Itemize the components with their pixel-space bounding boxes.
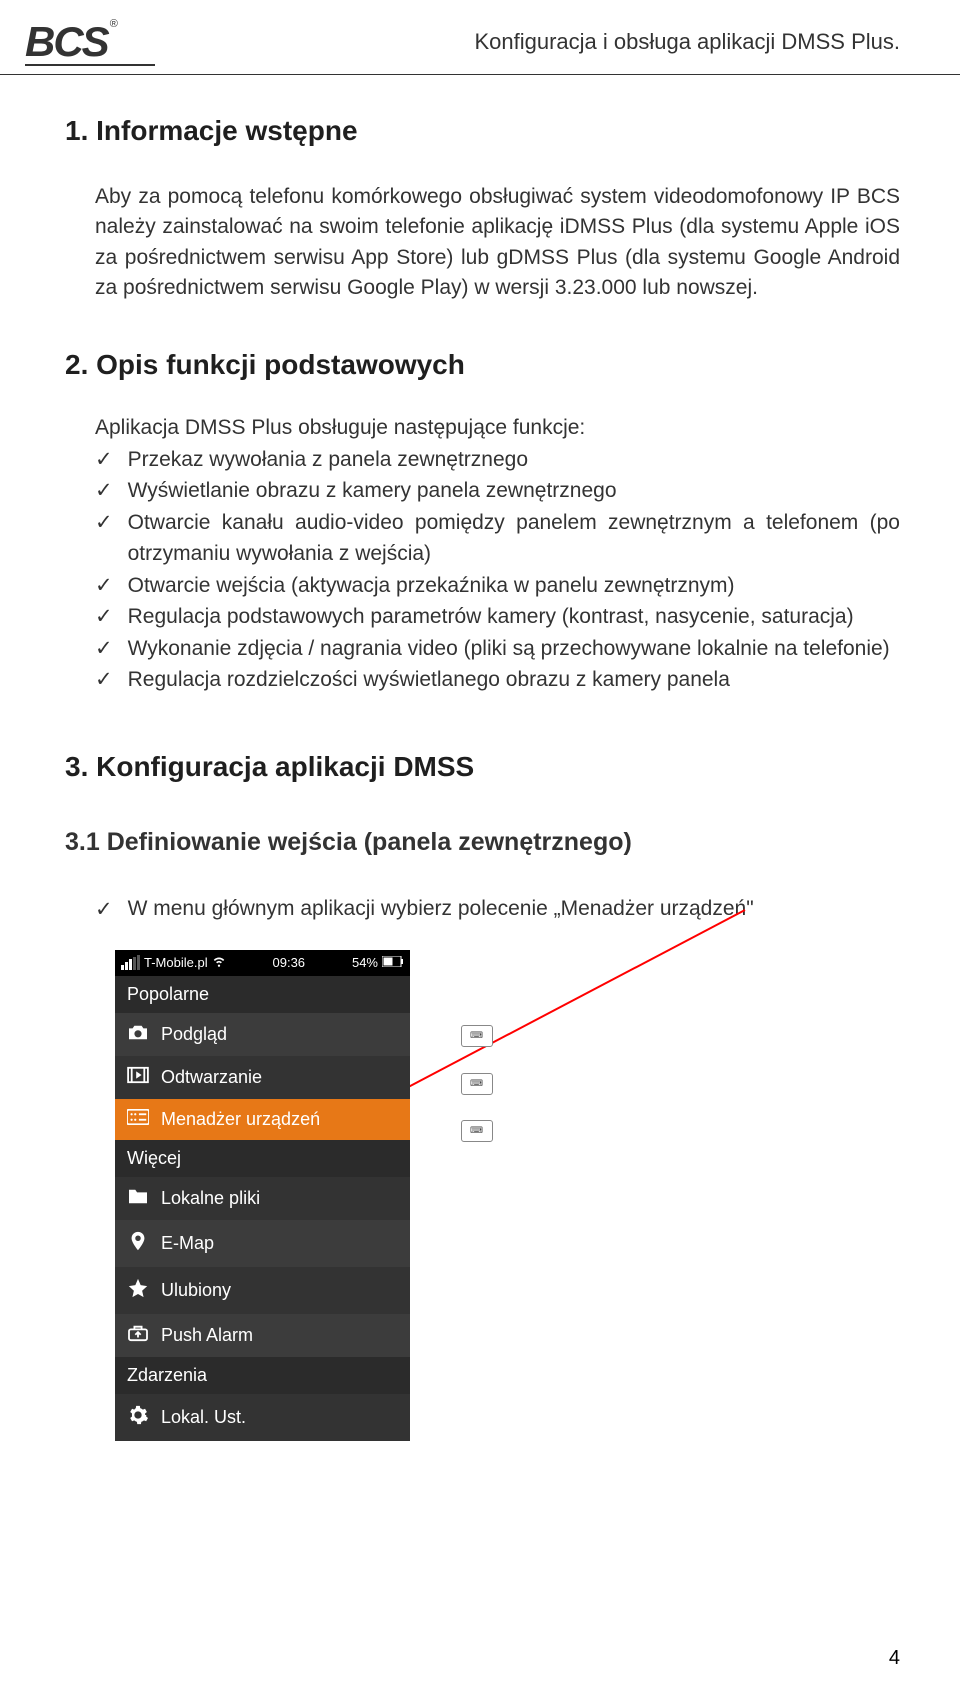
folder-icon <box>127 1187 149 1210</box>
page-content: 1. Informacje wstępne Aby za pomocą tele… <box>0 75 960 1441</box>
status-bar: T-Mobile.pl 09:36 54% <box>115 950 410 976</box>
menu-label: Lokalne pliki <box>161 1188 260 1209</box>
menu-label: Ulubiony <box>161 1280 231 1301</box>
list-item-text: Wyświetlanie obrazu z kamery panela zewn… <box>128 475 617 507</box>
list-item: ✓ Otwarcie kanału audio-video pomiędzy pa… <box>95 507 900 570</box>
list-item: ✓ Przekaz wywołania z panela zewnętrznego <box>95 444 900 476</box>
pin-icon <box>127 1230 149 1257</box>
check-icon: ✓ <box>95 444 113 476</box>
list-item: ✓ Wykonanie zdjęcia / nagrania video (pli… <box>95 633 900 665</box>
keyboard-icon: ⌨ <box>461 1120 493 1142</box>
keyboard-icon: ⌨ <box>461 1025 493 1047</box>
check-icon: ✓ <box>95 601 113 633</box>
trademark-icon: ® <box>110 18 118 30</box>
list-item-text: Regulacja podstawowych parametrów kamery… <box>128 601 854 633</box>
check-icon: ✓ <box>95 570 113 602</box>
menu-local-files[interactable]: Lokalne pliki <box>115 1177 410 1220</box>
gear-icon <box>127 1404 149 1431</box>
phone-screenshot-area: T-Mobile.pl 09:36 54% Popolarne <box>115 950 455 1441</box>
list-item-text: Wykonanie zdjęcia / nagrania video (plik… <box>128 633 890 665</box>
menu-push-alarm[interactable]: Push Alarm <box>115 1314 410 1357</box>
section-2-heading: 2. Opis funkcji podstawowych <box>65 349 900 381</box>
time-label: 09:36 <box>273 955 306 970</box>
carrier-label: T-Mobile.pl <box>144 955 208 970</box>
battery-icon <box>382 955 404 970</box>
section-1-paragraph: Aby za pomocą telefonu komórkowego obsłu… <box>95 182 900 304</box>
check-icon: ✓ <box>95 475 113 507</box>
menu-emap[interactable]: E-Map <box>115 1220 410 1267</box>
list-item-text: Otwarcie wejścia (aktywacja przekaźnika … <box>128 570 735 602</box>
list-item: ✓ Regulacja podstawowych parametrów kamer… <box>95 601 900 633</box>
list-item: ✓ Otwarcie wejścia (aktywacja przekaźnika… <box>95 570 900 602</box>
document-title: Konfiguracja i obsługa aplikacji DMSS Pl… <box>474 29 900 55</box>
playback-icon <box>127 1066 149 1089</box>
menu-label: Odtwarzanie <box>161 1067 262 1088</box>
list-item: ✓ Regulacja rozdzielczości wyświetlanego … <box>95 664 900 696</box>
page-number: 4 <box>889 1647 900 1670</box>
menu-section-events: Zdarzenia <box>115 1357 410 1394</box>
list-item: ✓ Wyświetlanie obrazu z kamery panela zew… <box>95 475 900 507</box>
instruction-item: ✓ W menu głównym aplikacji wybierz polec… <box>95 897 900 922</box>
section-3-1-heading: 3.1 Definiowanie wejścia (panela zewnętr… <box>65 828 900 857</box>
section-2-intro: Aplikacja DMSS Plus obsługuje następując… <box>95 416 900 440</box>
menu-label: Podgląd <box>161 1024 227 1045</box>
menu-favorite[interactable]: Ulubiony <box>115 1267 410 1314</box>
list-item-text: Regulacja rozdzielczości wyświetlanego o… <box>128 664 730 696</box>
check-icon: ✓ <box>95 897 113 922</box>
camera-icon <box>127 1023 149 1046</box>
menu-device-manager[interactable]: Menadżer urządzeń <box>115 1099 410 1140</box>
menu-label: Menadżer urządzeń <box>161 1109 320 1130</box>
menu-local-settings[interactable]: Lokal. Ust. <box>115 1394 410 1441</box>
device-icon <box>127 1109 149 1130</box>
menu-section-popular: Popolarne <box>115 976 410 1013</box>
keyboard-icon: ⌨ <box>461 1073 493 1095</box>
list-item-text: Przekaz wywołania z panela zewnętrznego <box>128 444 528 476</box>
logo-text: BCS <box>25 18 108 66</box>
logo: BCS ® <box>25 18 155 66</box>
menu-label: Push Alarm <box>161 1325 253 1346</box>
section-1-heading: 1. Informacje wstępne <box>65 115 900 147</box>
phone-mockup: T-Mobile.pl 09:36 54% Popolarne <box>115 950 410 1441</box>
star-icon <box>127 1277 149 1304</box>
feature-list: ✓ Przekaz wywołania z panela zewnętrznego… <box>95 444 900 696</box>
wifi-icon <box>212 954 226 971</box>
section-3-heading: 3. Konfiguracja aplikacji DMSS <box>65 751 900 783</box>
menu-playback[interactable]: Odtwarzanie <box>115 1056 410 1099</box>
list-item-text: Otwarcie kanału audio-video pomiędzy pan… <box>128 507 900 570</box>
check-icon: ✓ <box>95 507 113 539</box>
instruction-text: W menu głównym aplikacji wybierz polecen… <box>128 897 754 921</box>
menu-section-more: Więcej <box>115 1140 410 1177</box>
page-header: BCS ® Konfiguracja i obsługa aplikacji D… <box>0 0 960 75</box>
battery-label: 54% <box>352 955 378 970</box>
menu-label: E-Map <box>161 1233 214 1254</box>
check-icon: ✓ <box>95 633 113 665</box>
push-icon <box>127 1324 149 1347</box>
menu-label: Lokal. Ust. <box>161 1407 246 1428</box>
signal-icon <box>121 955 140 970</box>
menu-preview[interactable]: Podgląd <box>115 1013 410 1056</box>
check-icon: ✓ <box>95 664 113 696</box>
